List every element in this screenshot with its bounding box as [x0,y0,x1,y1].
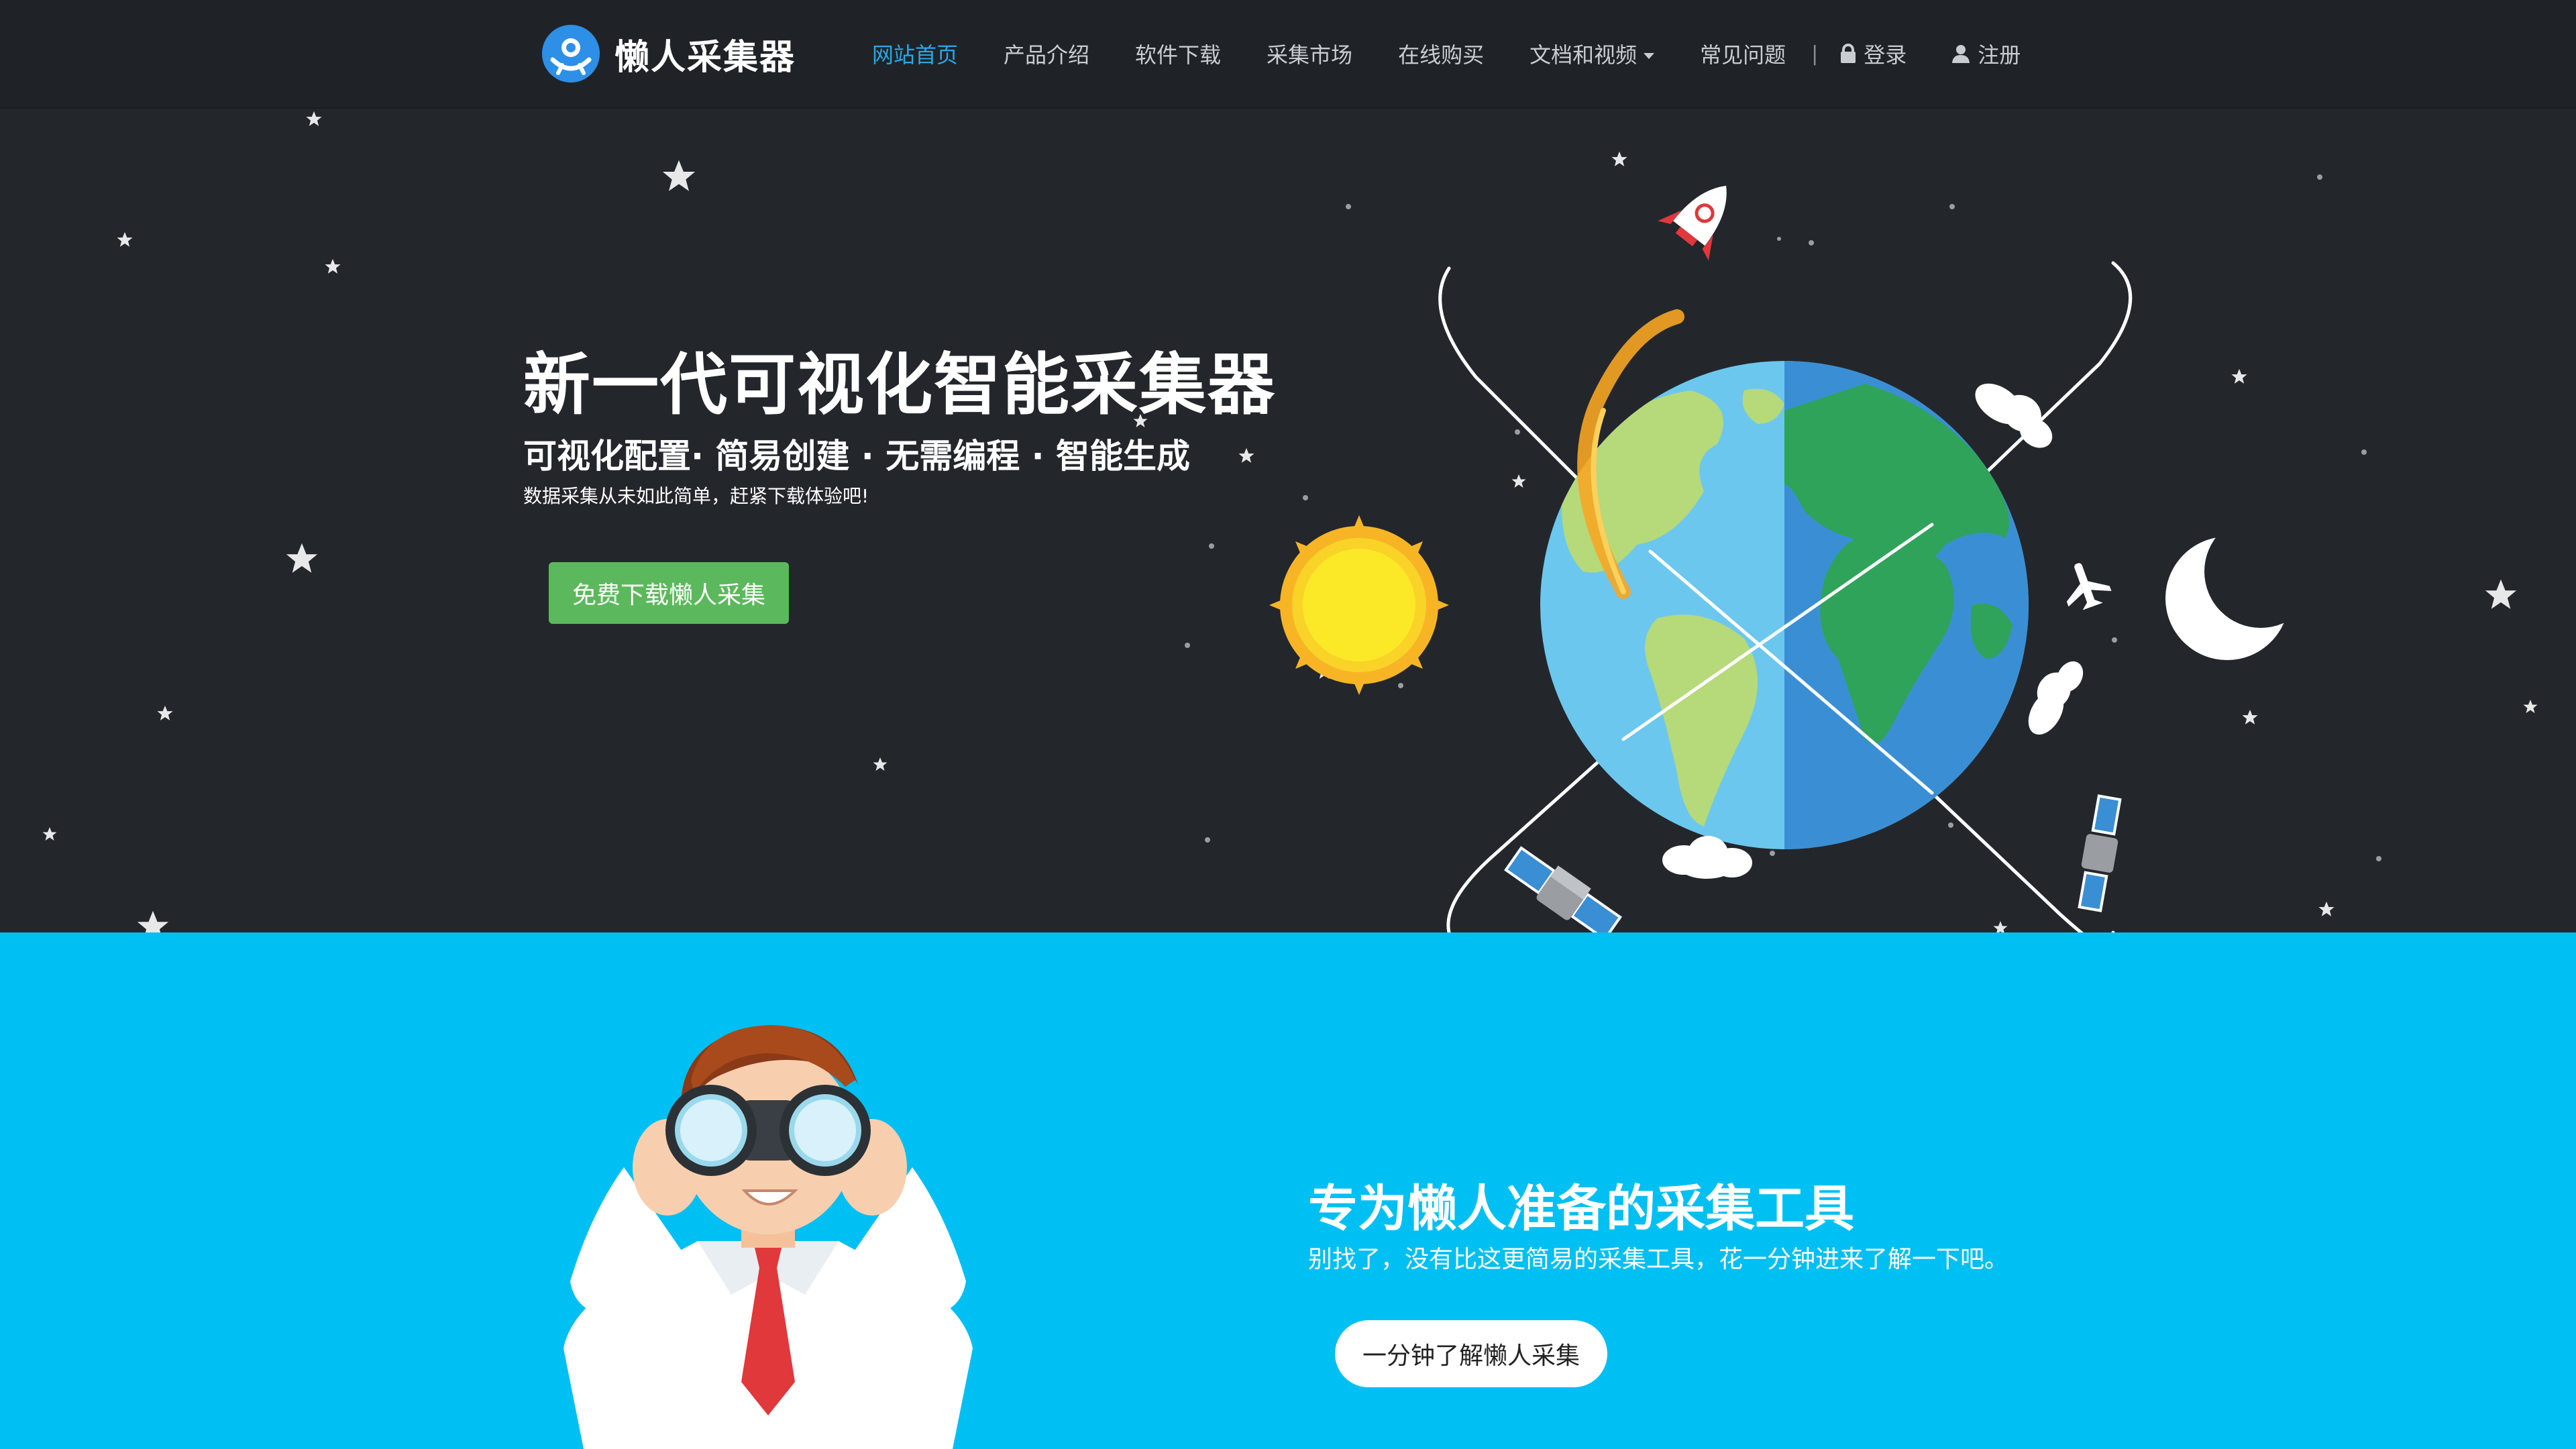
hero-title: 新一代可视化智能采集器 [523,345,1276,424]
brand-name: 懒人采集器 [614,37,796,78]
nav-item-docs-label: 文档和视频 [1529,42,1638,68]
register-label: 注册 [1978,42,2021,68]
intro-section: 专为懒人准备的采集工具 别找了，没有比这更简易的采集工具，花一分钟进来了解一下吧… [0,932,2576,1449]
brand-logo[interactable]: 懒人采集器 [542,20,796,87]
stars [42,111,2538,932]
hero-section: 新一代可视化智能采集器 可视化配置· 简易创建 · 无需编程 · 智能生成 数据… [0,109,2576,932]
register-link[interactable]: 注册 [1951,38,2021,69]
airplane-icon [2066,563,2112,610]
earth-icon [1540,361,2029,849]
satellite-icon [1504,846,1622,932]
nav-item-download[interactable]: 软件下载 [1135,38,1221,69]
lock-icon [1839,44,1857,64]
satellite-icon [2078,794,2122,912]
login-link[interactable]: 登录 [1839,38,1907,69]
moon-icon [2165,515,2317,660]
free-download-button[interactable]: 免费下载懒人采集 [549,562,789,624]
hero-subtitle: 可视化配置· 简易创建 · 无需编程 · 智能生成 [523,437,1191,476]
binoculars-man-illustration [564,1025,973,1449]
intro-title: 专为懒人准备的采集工具 [1308,1180,1854,1238]
main-nav: 网站首页 产品介绍 软件下载 采集市场 在线购买 文档和视频 常见问题 | 登录 [872,0,2065,107]
top-navbar: 懒人采集器 网站首页 产品介绍 软件下载 采集市场 在线购买 文档和视频 常见问… [0,0,2576,109]
learn-more-button[interactable]: 一分钟了解懒人采集 [1335,1320,1607,1387]
logo-icon [542,25,600,83]
intro-subtitle: 别找了，没有比这更简易的采集工具，花一分钟进来了解一下吧。 [1308,1246,2009,1273]
hero-tagline: 数据采集从未如此简单，赶紧下载体验吧! [523,485,869,507]
login-label: 登录 [1864,42,1907,68]
nav-item-market[interactable]: 采集市场 [1267,38,1352,69]
nav-item-product[interactable]: 产品介绍 [1004,38,1089,69]
user-icon [1951,44,1971,64]
nav-item-docs-dropdown[interactable]: 文档和视频 [1529,38,1655,69]
nav-item-faq[interactable]: 常见问题 [1700,38,1786,69]
space-illustration [42,111,2538,932]
nav-item-home[interactable]: 网站首页 [872,38,958,69]
nav-separator: | [1811,42,1819,66]
nav-item-buy[interactable]: 在线购买 [1398,38,1484,69]
sun-icon [1269,515,1449,695]
caret-down-icon [1644,52,1655,59]
